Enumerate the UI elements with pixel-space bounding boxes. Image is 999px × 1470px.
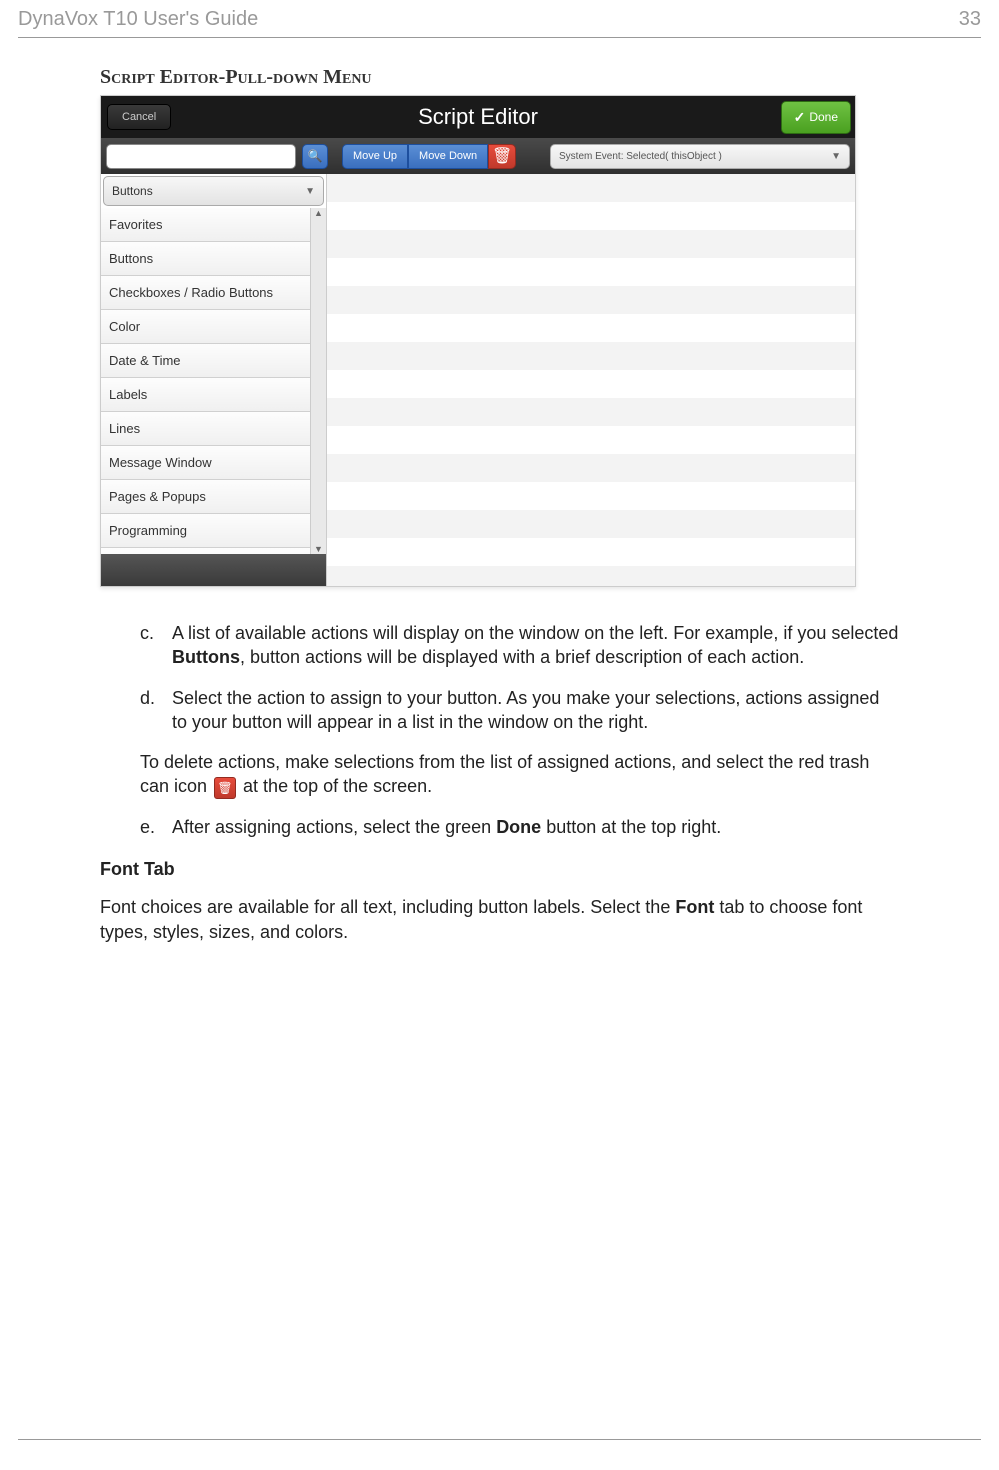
list-item[interactable]: Lines (101, 412, 310, 446)
delete-button[interactable]: 🗑 (488, 144, 516, 169)
list-item[interactable]: Message Window (101, 446, 310, 480)
list-item[interactable]: Pages & Popups (101, 480, 310, 514)
left-panel: Buttons ▼ Favorites Buttons Checkboxes /… (101, 174, 327, 586)
body-text: c. A list of available actions will disp… (100, 621, 899, 944)
page-number: 33 (959, 8, 981, 31)
list-marker: c. (140, 621, 172, 670)
right-panel (327, 174, 855, 586)
chevron-down-icon: ▼ (831, 151, 841, 162)
category-dropdown[interactable]: Buttons ▼ (103, 176, 324, 206)
paragraph: To delete actions, make selections from … (100, 750, 899, 799)
left-footer (101, 554, 326, 586)
paragraph: A list of available actions will display… (172, 621, 899, 670)
search-input[interactable] (106, 144, 296, 169)
editor-toolbar: 🔍 Move Up Move Down 🗑 System Event: Sele… (101, 138, 855, 174)
paragraph: Font choices are available for all text,… (100, 895, 899, 944)
paragraph: After assigning actions, select the gree… (172, 815, 721, 839)
list-item[interactable]: Date & Time (101, 344, 310, 378)
page-header: DynaVox T10 User's Guide 33 (0, 0, 999, 37)
search-icon: 🔍 (308, 149, 323, 163)
category-list: Favorites Buttons Checkboxes / Radio But… (101, 208, 310, 554)
footer-rule (18, 1439, 981, 1440)
list-item[interactable]: Buttons (101, 242, 310, 276)
list-item[interactable]: Checkboxes / Radio Buttons (101, 276, 310, 310)
movedown-button[interactable]: Move Down (408, 144, 488, 169)
moveup-button[interactable]: Move Up (342, 144, 408, 169)
trash-icon: 🗑 (492, 146, 512, 166)
done-button[interactable]: Done (781, 101, 851, 134)
section-heading: Font Tab (100, 857, 899, 881)
event-dropdown[interactable]: System Event: Selected( thisObject ) ▼ (550, 144, 850, 169)
list-marker: d. (140, 686, 172, 735)
figure-caption: Script Editor-Pull-down Menu (100, 66, 899, 89)
scroll-up-icon: ▲ (314, 208, 323, 218)
list-item[interactable]: Programming (101, 514, 310, 548)
editor-titlebar: Cancel Script Editor Done (101, 96, 855, 138)
chevron-down-icon: ▼ (305, 186, 315, 197)
editor-title: Script Editor (101, 104, 855, 130)
cancel-button[interactable]: Cancel (107, 104, 171, 130)
doc-title: DynaVox T10 User's Guide (18, 8, 258, 31)
list-item[interactable]: Favorites (101, 208, 310, 242)
paragraph: Select the action to assign to your butt… (172, 686, 899, 735)
scrollbar[interactable]: ▲ ▼ (310, 208, 326, 554)
trash-icon-inline: 🗑 (214, 777, 236, 799)
list-marker: e. (140, 815, 172, 839)
search-button[interactable]: 🔍 (302, 144, 328, 169)
event-label: System Event: Selected( thisObject ) (559, 151, 722, 162)
scroll-down-icon: ▼ (314, 544, 323, 554)
script-editor-screenshot: Cancel Script Editor Done 🔍 Move Up Move… (100, 95, 856, 587)
list-item[interactable]: Color (101, 310, 310, 344)
list-item[interactable]: Labels (101, 378, 310, 412)
category-selected: Buttons (112, 184, 153, 198)
